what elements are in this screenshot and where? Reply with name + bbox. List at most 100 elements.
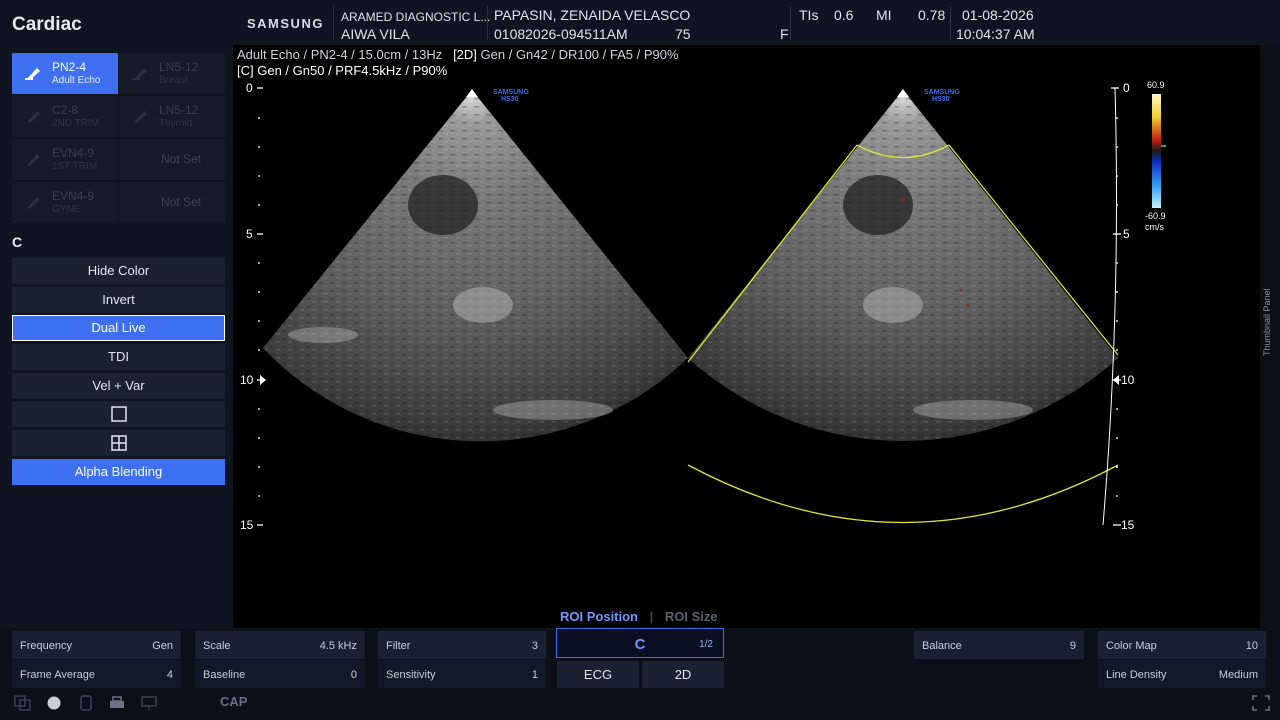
- single-layout-button[interactable]: [12, 401, 225, 427]
- tis-value: 0.6: [834, 7, 854, 23]
- probe-ln5-12-thyroid[interactable]: LN5-12 Thyroid: [119, 96, 225, 137]
- preset-info: Adult Echo / PN2-4 / 15.0cm / 13Hz: [237, 47, 443, 62]
- roi-divider: |: [649, 609, 654, 624]
- param-scale[interactable]: Scale 4.5 kHz: [195, 631, 365, 659]
- depth-label-left-5: 5: [246, 227, 253, 241]
- param-value: 10: [1245, 640, 1258, 652]
- param-filter[interactable]: Filter 3: [378, 631, 546, 659]
- param-label: Balance: [922, 640, 962, 652]
- param-value: Medium: [1218, 669, 1258, 681]
- probe-mark-brand-left: SAMSUNG: [493, 89, 529, 96]
- probe-name: Not Set: [160, 152, 202, 166]
- probe-icon: [132, 68, 147, 80]
- param-frame-average[interactable]: Frame Average 4: [12, 660, 181, 688]
- exam-time: 10:04:37 AM: [956, 26, 1035, 42]
- probe-name: C2-8: [52, 103, 79, 117]
- patient-sex: F: [780, 26, 789, 42]
- param-label: Frequency: [20, 640, 72, 652]
- imaging-info-2d: Adult Echo / PN2-4 / 15.0cm / 13Hz [2D] …: [237, 47, 679, 62]
- active-mode-label: C: [634, 636, 646, 653]
- quad-layout-button[interactable]: [12, 430, 225, 456]
- fullscreen-icon[interactable]: [1252, 695, 1270, 711]
- active-mode-box[interactable]: C 1/2: [556, 628, 724, 658]
- header-divider: [790, 6, 791, 40]
- ecg-button[interactable]: ECG: [557, 661, 639, 688]
- status-toolbar: [0, 690, 1280, 720]
- probe-not-set[interactable]: Not Set: [119, 139, 225, 180]
- probe-preset: 2ND TRIM: [52, 118, 100, 129]
- vel-var-button[interactable]: Vel + Var: [12, 373, 225, 399]
- param-label: Line Density: [1106, 669, 1167, 681]
- header-divider: [950, 6, 951, 40]
- dual-live-button[interactable]: Dual Live: [12, 315, 225, 341]
- roi-switch[interactable]: ROI Position | ROI Size: [560, 609, 718, 624]
- quad-view-icon: [110, 435, 127, 451]
- focus-marker-right[interactable]: [1113, 375, 1119, 385]
- param-value: 1: [531, 669, 538, 681]
- param-label: Sensitivity: [386, 669, 436, 681]
- operator-name: AIWA VILA: [341, 26, 410, 42]
- depth-label-right-0: 0: [1123, 81, 1130, 95]
- invert-button[interactable]: Invert: [12, 287, 225, 313]
- probe-c2-8-2nd-trim[interactable]: C2-8 2ND TRIM: [12, 96, 118, 137]
- probe-pn2-4-adult-echo[interactable]: PN2-4 Adult Echo: [12, 53, 118, 94]
- depth-scale-right: [1102, 87, 1121, 526]
- imaging-info-color: [C] Gen / Gn50 / PRF4.5kHz / P90%: [237, 63, 447, 78]
- header-divider: [487, 6, 488, 40]
- page-indicator: 1/2: [699, 639, 713, 650]
- probe-mark-model-right: HS30: [932, 96, 950, 103]
- depth-label-right-5: 5: [1123, 227, 1130, 241]
- roi-position-option[interactable]: ROI Position: [560, 609, 638, 624]
- probe-preset: GYNE: [52, 204, 81, 215]
- app-title: Cardiac: [12, 14, 82, 35]
- param-value: 0: [350, 669, 357, 681]
- copy-icon[interactable]: [14, 695, 32, 711]
- tdi-button[interactable]: TDI: [12, 344, 225, 370]
- probe-name: LN5-12: [159, 103, 199, 117]
- network-icon[interactable]: [140, 695, 158, 711]
- param-balance[interactable]: Balance 9: [914, 631, 1084, 659]
- storage-icon[interactable]: [77, 695, 95, 711]
- param-color-map[interactable]: Color Map 10: [1098, 631, 1266, 659]
- right-sector: [688, 90, 1118, 441]
- param-label: Scale: [203, 640, 231, 652]
- left-sector: [263, 90, 688, 442]
- depth-scale-left: [257, 87, 263, 526]
- printer-icon[interactable]: [108, 695, 126, 711]
- roi-size-option[interactable]: ROI Size: [665, 609, 718, 624]
- record-icon[interactable]: [45, 695, 63, 711]
- param-value: Gen: [152, 640, 173, 652]
- probe-evn4-9-1st-trim[interactable]: EVN4-9 1ST TRIM: [12, 139, 118, 180]
- probe-not-set[interactable]: Not Set: [119, 182, 225, 223]
- param-label: Filter: [386, 640, 411, 652]
- mi-label: MI: [876, 7, 892, 23]
- param-baseline[interactable]: Baseline 0: [195, 660, 365, 688]
- alpha-blending-button[interactable]: Alpha Blending: [12, 459, 225, 485]
- hide-color-button[interactable]: Hide Color: [12, 258, 225, 284]
- exam-date: 01-08-2026: [962, 7, 1034, 23]
- probe-mark-model-left: HS30: [501, 96, 519, 103]
- param-sensitivity[interactable]: Sensitivity 1: [378, 660, 546, 688]
- patient-name[interactable]: PAPASIN, ZENAIDA VELASCO: [494, 7, 690, 23]
- probe-name: Not Set: [160, 195, 202, 209]
- probe-name: EVN4-9: [52, 146, 95, 160]
- velocity-color-bar: [1152, 94, 1161, 208]
- param-label: Color Map: [1106, 640, 1157, 652]
- color-tag: [C]: [237, 63, 254, 78]
- patient-id: 01082026-094511AM: [494, 26, 628, 42]
- color-bar-max: 60.9: [1147, 80, 1165, 90]
- probe-evn4-9-gyne[interactable]: EVN4-9 GYNE: [12, 182, 118, 223]
- color-params: Gen / Gn50 / PRF4.5kHz / P90%: [257, 63, 448, 78]
- ultrasound-image[interactable]: [233, 80, 1260, 550]
- probe-preset: Breast: [159, 75, 188, 86]
- mi-value: 0.78: [918, 7, 946, 23]
- param-line-density[interactable]: Line Density Medium: [1098, 660, 1266, 688]
- param-frequency[interactable]: Frequency Gen: [12, 631, 181, 659]
- probe-icon: [27, 111, 40, 123]
- probe-ln5-12-breast[interactable]: LN5-12 Breast: [119, 53, 225, 94]
- 2d-button[interactable]: 2D: [642, 661, 724, 688]
- probe-icon: [25, 68, 40, 80]
- mode-label: C: [12, 234, 23, 250]
- focus-marker-left[interactable]: [260, 375, 266, 385]
- param-value: 4: [166, 669, 173, 681]
